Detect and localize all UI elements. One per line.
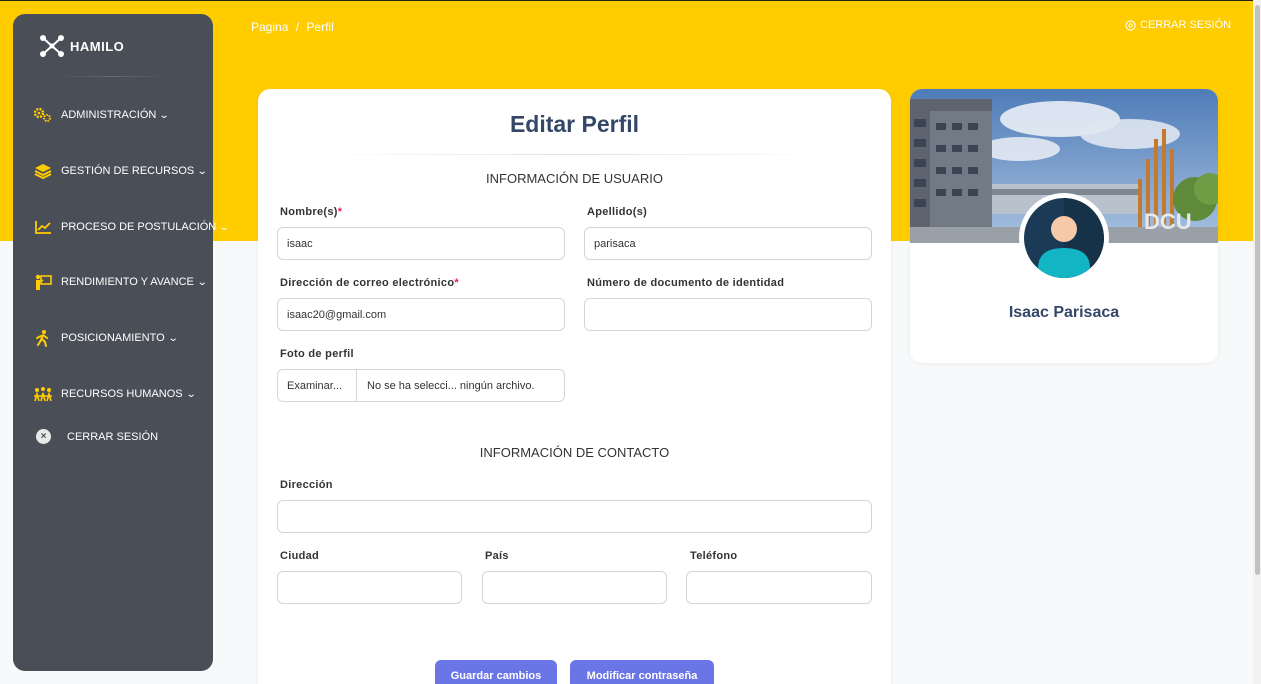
contact-info-heading: INFORMACIÓN DE CONTACTO — [479, 445, 670, 460]
apellido-label: Apellido(s) — [587, 206, 648, 218]
scrollbar-thumb[interactable] — [1255, 5, 1260, 575]
profile-card: DCU Isaac Parisaca — [910, 89, 1218, 363]
brand-name: HAMILO — [70, 38, 125, 54]
sidebar-item-label: RENDIMIENTO Y AVANCE — [61, 276, 194, 288]
top-border — [0, 0, 1261, 1]
sidebar-item-logout[interactable]: × CERRAR SESIÓN — [36, 429, 158, 444]
hamilo-logo-icon — [40, 35, 64, 57]
sidebar-item-label: CERRAR SESIÓN — [67, 430, 159, 443]
direccion-label: Dirección — [280, 479, 333, 491]
sidebar-item-administracion[interactable]: ADMINISTRACIÓN ⌄ — [33, 106, 170, 124]
header-logout-link[interactable]: CERRAR SESIÓN — [1125, 19, 1231, 31]
sidebar: HAMILO ADMINISTRACIÓN ⌄ GESTIÓN DE RECUR… — [13, 14, 230, 671]
chevron-down-icon: ⌄ — [196, 276, 208, 288]
sidebar-item-rendimiento-avance[interactable]: RENDIMIENTO Y AVANCE ⌄ — [33, 273, 208, 291]
email-label: Dirección de correo electrónico* — [280, 277, 459, 289]
breadcrumb: Pagina / Perfil — [251, 20, 338, 34]
power-icon — [1125, 19, 1136, 31]
chevron-down-icon: ⌄ — [185, 388, 197, 400]
breadcrumb-separator: / — [295, 20, 300, 34]
breadcrumb-root[interactable]: Pagina — [251, 20, 288, 34]
brand-logo[interactable]: HAMILO — [38, 34, 124, 58]
required-marker: * — [337, 206, 343, 218]
chevron-down-icon: ⌄ — [167, 332, 179, 344]
close-circle-icon: × — [36, 429, 51, 444]
sidebar-item-label: ADMINISTRACIÓN — [61, 109, 157, 121]
required-marker: * — [454, 277, 459, 289]
documento-label: Número de documento de identidad — [587, 277, 785, 289]
cover-sign-text: DCU — [1144, 209, 1192, 234]
chevron-down-icon: ⌄ — [159, 109, 170, 121]
sidebar-item-proceso-postulacion[interactable]: PROCESO DE POSTULACIÓN ⌄ — [33, 218, 230, 236]
save-changes-button[interactable]: Guardar cambios — [435, 660, 557, 684]
nombre-value: isaac — [287, 237, 313, 250]
chevron-down-icon: ⌄ — [219, 221, 230, 233]
ciudad-input[interactable] — [277, 571, 462, 604]
sidebar-item-posicionamiento[interactable]: POSICIONAMIENTO ⌄ — [33, 329, 179, 347]
ciudad-label: Ciudad — [280, 550, 320, 562]
people-icon — [33, 385, 53, 403]
browse-button[interactable]: Examinar... — [278, 370, 357, 401]
sidebar-divider — [58, 76, 168, 77]
telefono-input[interactable] — [686, 571, 872, 604]
avatar[interactable] — [1019, 193, 1109, 283]
sidebar-item-label: POSICIONAMIENTO — [61, 332, 165, 344]
email-label-text: Dirección de correo electrónico — [280, 277, 455, 289]
foto-label: Foto de perfil — [280, 348, 354, 360]
nombre-label: Nombre(s)* — [280, 206, 342, 218]
change-password-button[interactable]: Modificar contraseña — [570, 660, 714, 684]
nombre-label-text: Nombre(s) — [280, 206, 338, 218]
chevron-down-icon: ⌄ — [196, 165, 208, 177]
breadcrumb-current: Perfil — [306, 20, 334, 34]
gears-icon — [33, 106, 53, 124]
pais-input[interactable] — [482, 571, 667, 604]
layers-icon — [33, 162, 53, 180]
header-logout-label: CERRAR SESIÓN — [1140, 19, 1232, 31]
edit-profile-card: Editar Perfil INFORMACIÓN DE USUARIO Nom… — [258, 89, 891, 684]
chart-line-icon — [33, 218, 53, 236]
sidebar-item-label: PROCESO DE POSTULACIÓN — [61, 221, 217, 233]
documento-input[interactable] — [584, 298, 872, 331]
direccion-input[interactable] — [277, 500, 872, 533]
presentation-icon — [33, 273, 53, 291]
sidebar-item-label: RECURSOS HUMANOS — [61, 388, 183, 400]
person-walking-icon — [33, 329, 53, 347]
pais-label: País — [485, 550, 509, 562]
email-input[interactable]: isaac20@gmail.com — [277, 298, 565, 331]
apellido-input[interactable]: parisaca — [584, 227, 872, 260]
email-value: isaac20@gmail.com — [287, 308, 387, 321]
apellido-value: parisaca — [594, 237, 636, 250]
user-info-heading: INFORMACIÓN DE USUARIO — [486, 171, 663, 186]
sidebar-item-label: GESTIÓN DE RECURSOS — [61, 165, 195, 177]
telefono-label: Teléfono — [690, 550, 738, 562]
user-avatar-icon — [1024, 198, 1104, 278]
profile-name: Isaac Parisaca — [1008, 304, 1120, 321]
nombre-input[interactable]: isaac — [277, 227, 565, 260]
title-divider — [318, 154, 831, 155]
page-title: Editar Perfil — [509, 111, 640, 137]
sidebar-item-gestion-recursos[interactable]: GESTIÓN DE RECURSOS ⌄ — [33, 162, 208, 180]
foto-file-input[interactable]: Examinar... No se ha selecci... ningún a… — [277, 369, 565, 402]
sidebar-item-recursos-humanos[interactable]: RECURSOS HUMANOS ⌄ — [33, 385, 197, 403]
file-status-text: No se ha selecci... ningún archivo. — [367, 379, 535, 392]
